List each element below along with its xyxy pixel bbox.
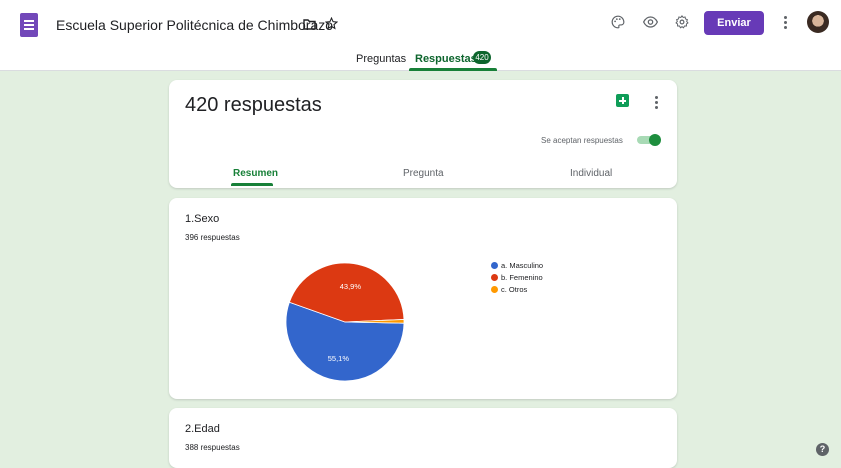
chart-legend: a. Masculino b. Femenino c. Otros	[491, 261, 543, 297]
sheets-icon[interactable]	[616, 94, 629, 107]
form-title[interactable]: Escuela Superior Politécnica de Chimbora…	[56, 17, 333, 33]
legend-label: c. Otros	[501, 285, 528, 294]
subtab-summary-indicator	[231, 183, 273, 186]
more-vert-icon[interactable]	[784, 16, 787, 31]
pie-slice-label: 43,9%	[340, 282, 362, 291]
folder-icon[interactable]	[303, 19, 316, 30]
main-tabs: Preguntas Respuestas 420	[0, 50, 841, 71]
question-title: 2.Edad	[185, 423, 220, 435]
question-card: 1.Sexo 396 respuestas 55,1% 43,9% a. Masc…	[169, 198, 677, 399]
legend-item: c. Otros	[491, 285, 543, 295]
tab-responses-indicator	[409, 68, 497, 71]
responses-summary-card: 420 respuestas Se aceptan respuestas Res…	[169, 80, 677, 188]
question-response-count: 388 respuestas	[185, 443, 240, 452]
pie-chart: 55,1% 43,9%	[285, 263, 405, 381]
responses-count-badge: 420	[473, 51, 491, 64]
accepting-responses-label: Se aceptan respuestas	[541, 136, 623, 145]
question-response-count: 396 respuestas	[185, 233, 240, 242]
palette-icon[interactable]	[611, 15, 625, 29]
legend-swatch	[491, 285, 498, 293]
gear-icon[interactable]	[675, 15, 689, 29]
help-icon[interactable]: ?	[816, 443, 829, 456]
question-title: 1.Sexo	[185, 213, 220, 225]
top-bar: Escuela Superior Politécnica de Chimbora…	[0, 0, 841, 71]
question-card: 2.Edad 388 respuestas	[169, 408, 677, 468]
pie-slice-label: 55,1%	[328, 354, 350, 363]
subtab-question[interactable]: Pregunta	[403, 168, 444, 179]
legend-item: b. Femenino	[491, 273, 543, 283]
forms-icon[interactable]	[20, 13, 38, 37]
legend-item: a. Masculino	[491, 261, 543, 271]
subtab-individual[interactable]: Individual	[570, 168, 612, 179]
eye-icon[interactable]	[643, 16, 658, 28]
send-button[interactable]: Enviar	[704, 11, 764, 35]
avatar[interactable]	[807, 11, 829, 33]
legend-swatch	[491, 261, 498, 269]
legend-label: a. Masculino	[501, 261, 544, 270]
subtab-summary[interactable]: Resumen	[233, 168, 278, 179]
legend-swatch	[491, 273, 498, 281]
tab-responses[interactable]: Respuestas	[415, 53, 477, 65]
legend-label: b. Femenino	[501, 273, 543, 282]
accepting-responses-toggle[interactable]	[637, 134, 661, 146]
star-icon[interactable]	[325, 17, 338, 30]
tab-questions[interactable]: Preguntas	[356, 53, 406, 65]
more-vert-icon[interactable]	[655, 96, 658, 111]
responses-count: 420 respuestas	[185, 94, 322, 116]
